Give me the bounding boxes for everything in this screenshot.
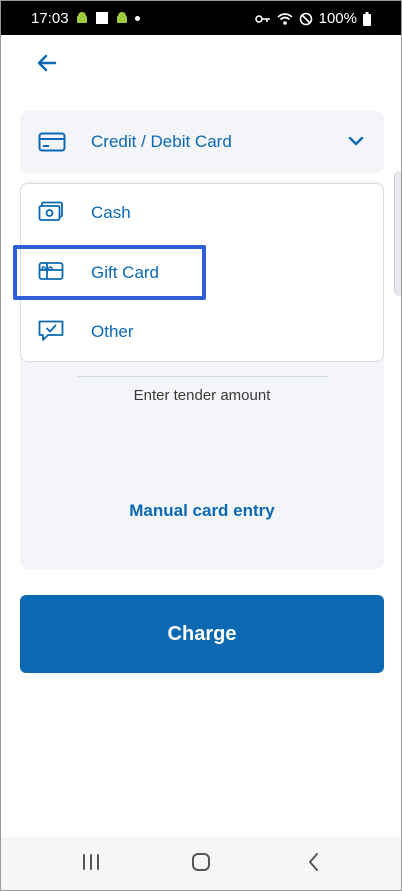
android-icon <box>77 12 87 23</box>
system-icons: 100% <box>254 10 371 27</box>
square-icon <box>96 12 108 24</box>
system-nav-bar <box>1 837 401 890</box>
cash-icon <box>38 201 63 221</box>
wifi-icon <box>277 12 293 25</box>
key-icon <box>254 14 270 23</box>
back-nav-icon[interactable] <box>304 851 324 873</box>
notification-icons <box>75 11 140 25</box>
chat-check-icon <box>38 320 64 341</box>
more-notifications-dot <box>135 15 140 21</box>
chevron-down-icon <box>348 136 364 146</box>
edge-panel-handle[interactable] <box>394 171 401 296</box>
menu-item-other[interactable]: Other <box>21 303 383 361</box>
android-icon <box>117 12 127 23</box>
home-icon[interactable] <box>190 851 212 873</box>
payment-method-dropdown[interactable]: Credit / Debit Card <box>20 111 384 173</box>
recent-apps-icon[interactable] <box>81 851 101 873</box>
battery-icon <box>363 11 371 26</box>
status-time: 17:03 <box>31 10 69 27</box>
tender-amount-label: Enter tender amount <box>133 387 271 404</box>
phone-screen: 17:03 100% Credit / Debit Card Enter ten… <box>0 0 402 891</box>
menu-item-label: Other <box>91 322 134 341</box>
menu-item-label: Cash <box>91 203 131 222</box>
status-bar: 17:03 100% <box>1 1 401 35</box>
menu-item-cash[interactable]: Cash <box>21 184 383 242</box>
charge-button[interactable]: Charge <box>20 595 384 673</box>
gift-card-highlight <box>13 245 206 300</box>
credit-card-icon <box>38 132 66 152</box>
manual-card-entry-link[interactable]: Manual card entry <box>20 501 384 521</box>
back-arrow-icon[interactable] <box>31 51 61 75</box>
do-not-disturb-icon <box>299 12 312 25</box>
battery-percent: 100% <box>318 10 357 27</box>
divider <box>78 376 328 377</box>
selected-method-label: Credit / Debit Card <box>91 132 232 151</box>
